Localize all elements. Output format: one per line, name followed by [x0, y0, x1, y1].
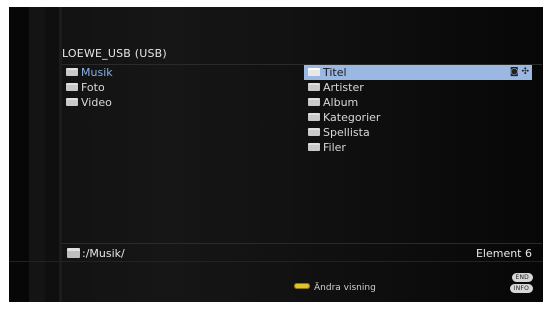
folder-icon [66, 83, 78, 91]
list-item-album[interactable]: Album [304, 95, 532, 110]
list-item-label: Album [323, 96, 359, 109]
folder-icon [66, 98, 78, 106]
path-label: :/Musik/ [82, 247, 125, 260]
list-item-label: Musik [81, 66, 113, 79]
list-item-label: Kategorier [323, 111, 381, 124]
folder-icon [308, 143, 320, 151]
list-item-video[interactable]: Video [62, 95, 302, 110]
folder-icon [308, 68, 320, 76]
folder-icon [67, 248, 80, 258]
list-item-foto[interactable]: Foto [62, 80, 302, 95]
list-item-filer[interactable]: Filer [304, 140, 532, 155]
current-path: :/Musik/ [67, 247, 125, 260]
change-view-hint[interactable]: Ändra visning [294, 283, 376, 293]
footer-divider [9, 261, 543, 262]
category-list: Musik Foto Video [62, 65, 302, 245]
list-item-label: Foto [81, 81, 105, 94]
list-item-label: Video [81, 96, 112, 109]
list-item-label: Artister [323, 81, 364, 94]
subcategory-list: Titel ◙ ✣ Artister Album Kategorier Spel… [304, 65, 532, 245]
end-key-icon[interactable]: END [511, 273, 533, 282]
background-stripe [9, 7, 29, 302]
folder-icon [308, 83, 320, 91]
list-item-spellista[interactable]: Spellista [304, 125, 532, 140]
source-title: LOEWE_USB (USB) [62, 47, 167, 60]
change-view-label: Ändra visning [314, 283, 376, 293]
yellow-key-icon [294, 283, 310, 289]
list-item-label: Titel [323, 66, 347, 79]
background-stripe [29, 7, 45, 302]
folder-icon [308, 98, 320, 106]
folder-icon [308, 128, 320, 136]
list-item-label: Spellista [323, 126, 370, 139]
list-item-kategorier[interactable]: Kategorier [304, 110, 532, 125]
list-item-titel[interactable]: Titel ◙ ✣ [304, 65, 532, 80]
folder-icon [308, 113, 320, 121]
divider [62, 243, 542, 244]
ok-navigate-icon: ◙ ✣ [509, 67, 529, 77]
element-count: Element 6 [475, 247, 532, 260]
folder-icon [66, 68, 78, 76]
list-item-musik[interactable]: Musik [62, 65, 302, 80]
list-item-artister[interactable]: Artister [304, 80, 532, 95]
list-item-label: Filer [323, 141, 346, 154]
media-browser-screen: LOEWE_USB (USB) Musik Foto Video Titel ◙… [9, 7, 543, 302]
background-stripe [45, 7, 59, 302]
info-key-icon[interactable]: INFO [509, 284, 533, 293]
